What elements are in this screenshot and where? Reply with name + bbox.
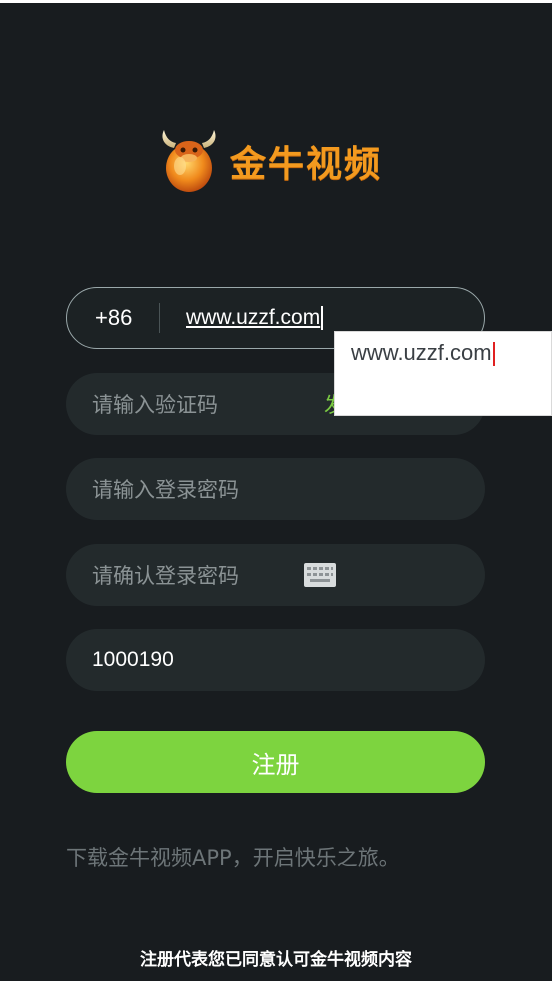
text-caret bbox=[321, 306, 324, 330]
register-screen: 金牛视频 +86 www.uzzf.com 请输入验证码 发 请输入登录密码 请… bbox=[0, 0, 552, 981]
terms-link[interactable]: 注册代表您已同意认可金牛视频内容 bbox=[0, 945, 552, 970]
invite-code-field[interactable]: 1000190 bbox=[66, 629, 485, 691]
brand-name: 金牛视频 bbox=[230, 144, 383, 185]
country-code-divider bbox=[159, 303, 160, 333]
phone-input-value: www.uzzf.com bbox=[186, 306, 321, 329]
password-field[interactable]: 请输入登录密码 bbox=[66, 458, 485, 520]
bull-icon bbox=[162, 130, 216, 192]
confirm-password-field[interactable]: 请确认登录密码 bbox=[66, 544, 485, 606]
promo-text: 下载金牛视频APP，开启快乐之旅。 bbox=[66, 846, 400, 870]
popup-caret bbox=[492, 342, 495, 367]
autocomplete-suggestion[interactable]: www.uzzf.com bbox=[351, 340, 495, 367]
top-strip bbox=[0, 0, 552, 3]
register-button[interactable]: 注册 bbox=[66, 731, 485, 793]
confirm-password-input[interactable]: 请确认登录密码 bbox=[66, 560, 239, 590]
country-code[interactable]: +86 bbox=[67, 303, 159, 333]
autocomplete-suggestion-text: www.uzzf.com bbox=[351, 340, 492, 365]
keyboard-icon[interactable] bbox=[304, 563, 336, 587]
invite-code-input[interactable]: 1000190 bbox=[66, 648, 174, 672]
phone-input[interactable]: www.uzzf.com bbox=[186, 306, 320, 330]
verification-code-input[interactable]: 请输入验证码 bbox=[66, 389, 218, 419]
autocomplete-popup: www.uzzf.com bbox=[334, 331, 552, 416]
app-logo: 金牛视频 bbox=[158, 128, 398, 194]
password-input[interactable]: 请输入登录密码 bbox=[66, 474, 239, 504]
